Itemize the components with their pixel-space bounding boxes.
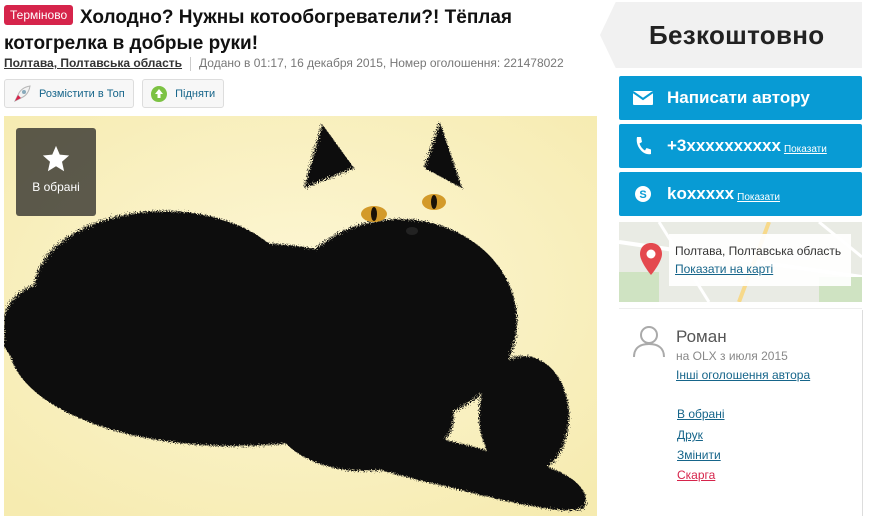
print-link[interactable]: Друк	[677, 428, 703, 442]
meta-divider	[190, 56, 192, 71]
star-icon	[42, 145, 70, 172]
bump-button[interactable]: Підняти	[142, 79, 225, 108]
skype-icon: S	[619, 185, 667, 203]
skype-name: koxxxxx	[667, 184, 735, 203]
promote-top-button[interactable]: Розмістити в Топ	[4, 79, 134, 108]
edit-link[interactable]: Змінити	[677, 448, 721, 462]
bump-label: Підняти	[175, 87, 216, 100]
price-value: Безкоштовно	[649, 20, 825, 50]
phone-icon	[619, 136, 667, 156]
rocket-icon	[13, 84, 31, 102]
ad-photo[interactable]: В обрані	[4, 116, 597, 516]
svg-text:S: S	[639, 189, 646, 201]
favorites-label: В обрані	[32, 180, 80, 194]
envelope-icon	[619, 91, 667, 105]
skype-button[interactable]: S koxxxxx Показати	[619, 172, 862, 216]
seller-info: Роман на OLX з июля 2015 Інші оголошення…	[619, 308, 862, 399]
price-tag: Безкоштовно	[600, 2, 862, 68]
location-map[interactable]: Полтава, Полтавська область Показати на …	[619, 222, 862, 302]
complain-link[interactable]: Скарга	[677, 468, 715, 482]
user-avatar-icon	[633, 326, 665, 358]
add-to-favorites-link[interactable]: В обрані	[677, 407, 725, 421]
show-skype-link[interactable]: Показати	[737, 192, 780, 203]
seller-name: Роман	[676, 327, 727, 346]
bump-up-icon	[151, 85, 168, 102]
phone-button[interactable]: +3xxxxxxxxxx Показати	[619, 124, 862, 168]
add-to-favorites-button[interactable]: В обрані	[16, 128, 96, 216]
ad-title: Холодно? Нужны котообогреватели?! Тёплая…	[4, 7, 513, 54]
write-to-author-button[interactable]: Написати автору	[619, 76, 862, 120]
write-to-author-label: Написати автору	[667, 88, 810, 107]
map-pin-icon	[640, 243, 662, 275]
seller-other-ads-link[interactable]: Інші оголошення автора	[676, 368, 810, 382]
promote-top-label: Розмістити в Топ	[39, 87, 125, 100]
seller-since: на OLX з июля 2015	[676, 349, 788, 363]
promo-buttons: Розмістити в Топ Підняти	[4, 79, 228, 108]
phone-number: +3xxxxxxxxxx	[667, 136, 781, 155]
show-on-map-link[interactable]: Показати на карті	[675, 262, 773, 276]
location-link[interactable]: Полтава, Полтавська область	[4, 56, 182, 70]
ad-meta: Полтава, Полтавська область Додано в 01:1…	[4, 56, 564, 71]
show-phone-link[interactable]: Показати	[784, 144, 827, 155]
map-location-card: Полтава, Полтавська область Показати на …	[669, 234, 851, 286]
added-info: Додано в 01:17, 16 декабря 2015, Номер о…	[199, 56, 564, 70]
sidebar-divider	[862, 310, 863, 516]
map-location-text: Полтава, Полтавська область	[675, 244, 842, 258]
urgent-badge: Терміново	[4, 5, 74, 25]
